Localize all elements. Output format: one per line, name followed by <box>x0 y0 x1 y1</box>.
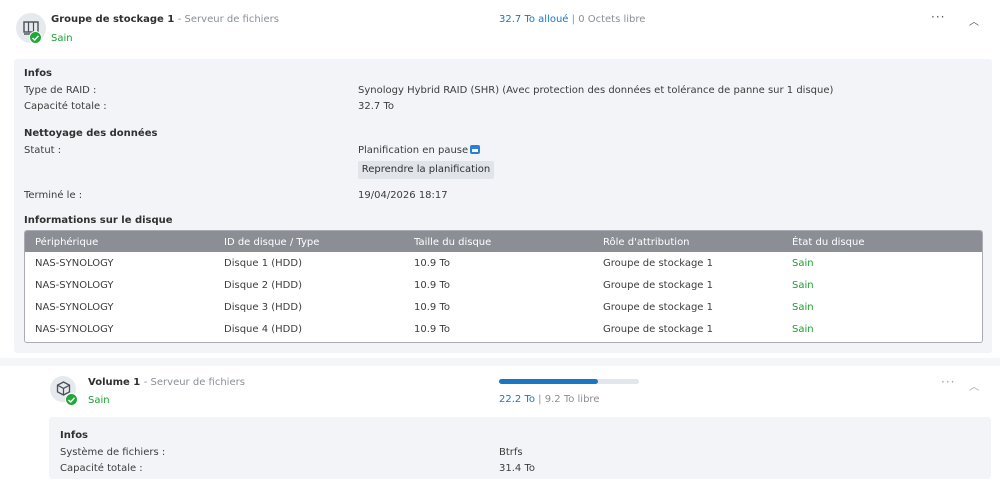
disk-table: Périphérique ID de disque / Type Taille … <box>24 230 983 343</box>
row-state: Sain <box>792 302 814 313</box>
capacity-value: 32.7 To <box>358 101 394 112</box>
healthy-check-icon <box>65 393 78 406</box>
table-row[interactable]: NAS-SYNOLOGY Disque 2 (HDD) 10.9 To Grou… <box>25 275 982 297</box>
ellipsis-icon[interactable]: ··· <box>931 10 945 24</box>
raid-type-label: Type de RAID : <box>24 85 97 96</box>
row-device: NAS-SYNOLOGY <box>35 324 114 335</box>
scrubbing-status-value: Planification en pause <box>358 145 469 156</box>
finished-value: 19/04/2026 18:17 <box>358 190 448 201</box>
allocation-separator: | <box>571 14 576 25</box>
column-role[interactable]: Rôle d'attribution <box>603 237 690 248</box>
storage-pool-details-panel: Infos Type de RAID : Synology Hybrid RAI… <box>14 59 992 353</box>
volume-capacity-value: 31.4 To <box>499 463 535 474</box>
row-disk: Disque 1 (HDD) <box>224 258 302 269</box>
row-device: NAS-SYNOLOGY <box>35 280 114 291</box>
calendar-icon[interactable] <box>470 145 480 154</box>
volume-usage-text: 22.2 To | 9.2 To libre <box>499 394 599 405</box>
storage-pool-card: Groupe de stockage 1 - Serveur de fichie… <box>2 0 996 358</box>
row-role: Groupe de stockage 1 <box>603 258 713 269</box>
row-device: NAS-SYNOLOGY <box>35 258 114 269</box>
table-row[interactable]: NAS-SYNOLOGY Disque 3 (HDD) 10.9 To Grou… <box>25 297 982 319</box>
row-role: Groupe de stockage 1 <box>603 324 713 335</box>
row-size: 10.9 To <box>414 324 450 335</box>
used-value: 22.2 To <box>499 394 535 405</box>
row-state: Sain <box>792 324 814 335</box>
chevron-up-icon[interactable]: ︿ <box>969 13 979 28</box>
finished-label: Terminé le : <box>24 190 83 201</box>
volume-usage-bar <box>499 379 639 384</box>
volume-name: Volume 1 <box>88 377 141 388</box>
disk-table-header: Périphérique ID de disque / Type Taille … <box>25 231 982 252</box>
filesystem-label: Système de fichiers : <box>60 447 166 458</box>
row-role: Groupe de stockage 1 <box>603 280 713 291</box>
storage-pool-name: Groupe de stockage 1 <box>51 14 175 25</box>
row-disk: Disque 4 (HDD) <box>224 324 302 335</box>
infos-heading: Infos <box>24 68 53 79</box>
storage-pool-allocation: 32.7 To alloué | 0 Octets libre <box>499 14 645 25</box>
row-size: 10.9 To <box>414 258 450 269</box>
row-size: 10.9 To <box>414 280 450 291</box>
section-divider <box>0 358 1000 366</box>
healthy-check-icon <box>29 31 42 44</box>
scrubbing-status-label: Statut : <box>24 145 62 156</box>
row-device: NAS-SYNOLOGY <box>35 302 114 313</box>
row-disk: Disque 3 (HDD) <box>224 302 302 313</box>
volume-infos-heading: Infos <box>60 430 89 441</box>
resume-schedule-button[interactable]: Reprendre la planification <box>358 161 494 179</box>
volume-title: Volume 1 - Serveur de fichiers <box>88 377 245 388</box>
storage-pool-status: Sain <box>51 33 73 44</box>
disk-info-heading: Informations sur le disque <box>24 215 173 226</box>
volume-free-value: 9.2 To libre <box>544 394 600 405</box>
row-state: Sain <box>792 280 814 291</box>
row-disk: Disque 2 (HDD) <box>224 280 302 291</box>
chevron-up-icon[interactable]: ︿ <box>969 378 979 393</box>
column-disk-size[interactable]: Taille du disque <box>414 237 491 248</box>
column-disk-id[interactable]: ID de disque / Type <box>224 237 319 248</box>
table-row[interactable]: NAS-SYNOLOGY Disque 4 (HDD) 10.9 To Grou… <box>25 319 982 341</box>
capacity-label: Capacité totale : <box>24 101 107 112</box>
ellipsis-icon[interactable]: ··· <box>941 375 955 389</box>
table-row[interactable]: NAS-SYNOLOGY Disque 1 (HDD) 10.9 To Grou… <box>25 253 982 275</box>
storage-pool-title: Groupe de stockage 1 - Serveur de fichie… <box>51 14 279 25</box>
row-size: 10.9 To <box>414 302 450 313</box>
volume-subtitle: - Serveur de fichiers <box>143 377 245 388</box>
volume-card: Volume 1 - Serveur de fichiers Sain 22.2… <box>38 366 996 494</box>
row-role: Groupe de stockage 1 <box>603 302 713 313</box>
usage-separator: | <box>538 394 542 405</box>
filesystem-value: Btrfs <box>499 447 523 458</box>
allocated-value: 32.7 To alloué <box>499 14 569 25</box>
column-device[interactable]: Périphérique <box>35 237 98 248</box>
volume-details-panel: Infos Système de fichiers : Btrfs Capaci… <box>49 417 991 479</box>
raid-type-value: Synology Hybrid RAID (SHR) (Avec protect… <box>358 85 834 96</box>
scrubbing-heading: Nettoyage des données <box>24 128 158 139</box>
row-state: Sain <box>792 258 814 269</box>
volume-usage-fill <box>499 379 599 384</box>
storage-pool-subtitle: - Serveur de fichiers <box>177 14 279 25</box>
volume-capacity-label: Capacité totale : <box>60 463 143 474</box>
free-value: 0 Octets libre <box>578 14 646 25</box>
column-state[interactable]: État du disque <box>792 237 865 248</box>
volume-status: Sain <box>88 395 110 406</box>
